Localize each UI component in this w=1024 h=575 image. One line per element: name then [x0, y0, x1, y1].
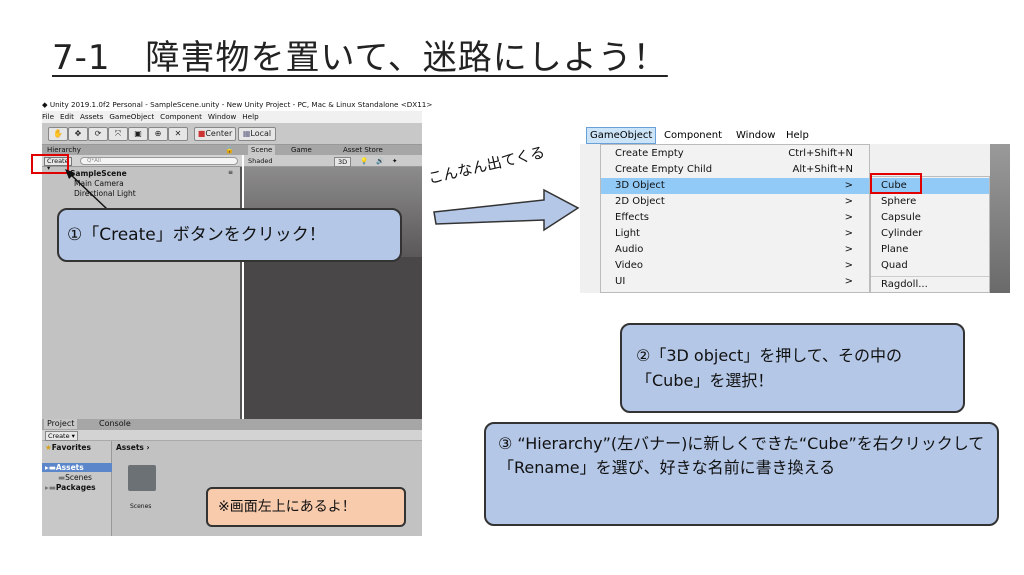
- project-tree: ★Favorites ▸▬Assets ▬Scenes ▸▬Packages: [42, 441, 112, 536]
- menu-edit[interactable]: Edit: [60, 112, 74, 121]
- unity-toolbar: ✋ ✥ ⟳ ⤧ ▣ ⊕ ✕ ■Center ▦Local: [42, 123, 422, 145]
- menu-item-ui[interactable]: UI >: [601, 274, 869, 290]
- tab-asset-store[interactable]: Asset Store: [340, 145, 386, 155]
- tree-item-scenes[interactable]: ▬Scenes: [58, 473, 92, 482]
- big-right-arrow: [433, 188, 580, 232]
- unity-titlebar: ◆ Unity 2019.1.0f2 Personal - SampleScen…: [42, 98, 432, 111]
- pivot-local-button[interactable]: ▦Local: [238, 127, 276, 141]
- submenu-item-sphere[interactable]: Sphere: [871, 194, 989, 210]
- shading-mode-dropdown[interactable]: Shaded: [248, 157, 272, 165]
- rect-tool-icon[interactable]: ▣: [128, 127, 148, 141]
- menu-component[interactable]: Component: [664, 127, 722, 144]
- custom-tool-icon[interactable]: ✕: [168, 127, 188, 141]
- menu-assets[interactable]: Assets: [80, 112, 103, 121]
- lock-icon: 🔒: [225, 146, 234, 154]
- menu-item-2d-object[interactable]: 2D Object >: [601, 194, 869, 210]
- menu-item-create-empty-child[interactable]: Create Empty Child Alt+Shift+N: [601, 162, 869, 178]
- scene-toolbar: Shaded 3D 💡 🔊 ✦: [244, 155, 422, 167]
- submenu-item-ragdoll[interactable]: Ragdoll...: [871, 276, 989, 292]
- menu-bar: GameObject Component Window Help: [580, 127, 1010, 144]
- gameobject-dropdown: Create Empty Ctrl+Shift+N Create Empty Ch…: [600, 144, 870, 293]
- arrow-label: こんなん出てくる: [426, 143, 547, 188]
- 2d-3d-toggle[interactable]: 3D: [334, 157, 352, 167]
- folder-icon: ▸▬: [45, 463, 56, 472]
- scenes-folder-label: Scenes: [130, 503, 152, 510]
- cube-highlight-box: [870, 173, 922, 194]
- panel-tabs: Hierarchy 🔒 Scene Game Asset Store: [42, 145, 422, 155]
- submenu-item-quad[interactable]: Quad: [871, 258, 989, 274]
- star-icon: ★: [45, 443, 52, 452]
- transform-tool-icon[interactable]: ⊕: [148, 127, 168, 141]
- move-tool-icon[interactable]: ✥: [68, 127, 88, 141]
- lighting-icon[interactable]: 💡: [360, 155, 368, 167]
- menu-item-create-empty[interactable]: Create Empty Ctrl+Shift+N: [601, 146, 869, 162]
- menu-item-light[interactable]: Light >: [601, 226, 869, 242]
- rotate-tool-icon[interactable]: ⟳: [88, 127, 108, 141]
- window-title: Unity 2019.1.0f2 Personal - SampleScene.…: [49, 100, 433, 109]
- menu-file[interactable]: File: [42, 112, 54, 121]
- menu-component[interactable]: Component: [160, 112, 202, 121]
- menu-item-video[interactable]: Video >: [601, 258, 869, 274]
- scenes-folder-icon[interactable]: [128, 465, 156, 491]
- callout-step1: ①「Create」ボタンをクリック！: [57, 208, 402, 262]
- menu-item-effects[interactable]: Effects >: [601, 210, 869, 226]
- folder-icon: ▸▬: [45, 483, 56, 492]
- scale-tool-icon[interactable]: ⤧: [108, 127, 128, 141]
- menu-gameobject[interactable]: GameObject: [109, 112, 154, 121]
- hand-tool-icon[interactable]: ✋: [48, 127, 68, 141]
- callout-step3: ③ “Hierarchy”(左バナー)に新しくできた“Cube”を右クリックして…: [484, 422, 999, 526]
- tab-console[interactable]: Console: [96, 419, 134, 429]
- slide-title: 7-1 障害物を置いて、迷路にしよう！: [52, 38, 668, 78]
- tab-game[interactable]: Game: [288, 145, 315, 155]
- project-breadcrumb[interactable]: Assets ›: [116, 443, 150, 452]
- submenu-item-plane[interactable]: Plane: [871, 242, 989, 258]
- tab-project[interactable]: Project: [44, 419, 78, 429]
- menu-window[interactable]: Window: [736, 127, 775, 144]
- unity-menubar: File Edit Assets GameObject Component Window H…: [42, 111, 422, 123]
- bottom-panel-tabs: Project Console: [42, 419, 422, 430]
- callout-step2: ②「3D object」を押して、その中の 「Cube」を選択！: [620, 323, 965, 413]
- tree-item-assets[interactable]: ▸▬Assets: [42, 463, 112, 472]
- scene-options-icon[interactable]: ≡: [228, 169, 233, 176]
- submenu-item-cylinder[interactable]: Cylinder: [871, 226, 989, 242]
- tree-item-favorites[interactable]: ★Favorites: [45, 443, 91, 452]
- menu-window[interactable]: Window: [208, 112, 236, 121]
- unity-logo-icon: ◆: [42, 100, 50, 109]
- note-box: ※画面左上にあるよ！: [206, 487, 406, 527]
- pivot-center-button[interactable]: ■Center: [194, 127, 236, 141]
- effects-icon[interactable]: ✦: [392, 155, 397, 167]
- menu-item-audio[interactable]: Audio >: [601, 242, 869, 258]
- audio-icon[interactable]: 🔊: [376, 155, 384, 167]
- gameobject-menu-screenshot: GameObject Component Window Help Create …: [580, 127, 1010, 293]
- menu-item-3d-object[interactable]: 3D Object >: [601, 178, 869, 194]
- submenu-item-capsule[interactable]: Capsule: [871, 210, 989, 226]
- tree-item-packages[interactable]: ▸▬Packages: [45, 483, 96, 492]
- callout-step2-line2: 「Cube」を選択！: [636, 371, 774, 390]
- unity-editor-screenshot: ◆ Unity 2019.1.0f2 Personal - SampleScen…: [42, 98, 432, 536]
- tab-scene[interactable]: Scene: [248, 145, 276, 155]
- menu-help[interactable]: Help: [786, 127, 809, 144]
- callout-step2-line1: ②「3D object」を押して、その中の: [636, 346, 902, 365]
- menu-gameobject[interactable]: GameObject: [586, 127, 657, 144]
- project-toolbar: Create ▾: [42, 430, 422, 441]
- scene-background: [990, 144, 1010, 293]
- hierarchy-search-input[interactable]: Q*All: [80, 157, 238, 165]
- project-create-button[interactable]: Create ▾: [45, 431, 78, 441]
- menu-help[interactable]: Help: [242, 112, 258, 121]
- scene-view[interactable]: Shaded 3D 💡 🔊 ✦: [244, 155, 422, 425]
